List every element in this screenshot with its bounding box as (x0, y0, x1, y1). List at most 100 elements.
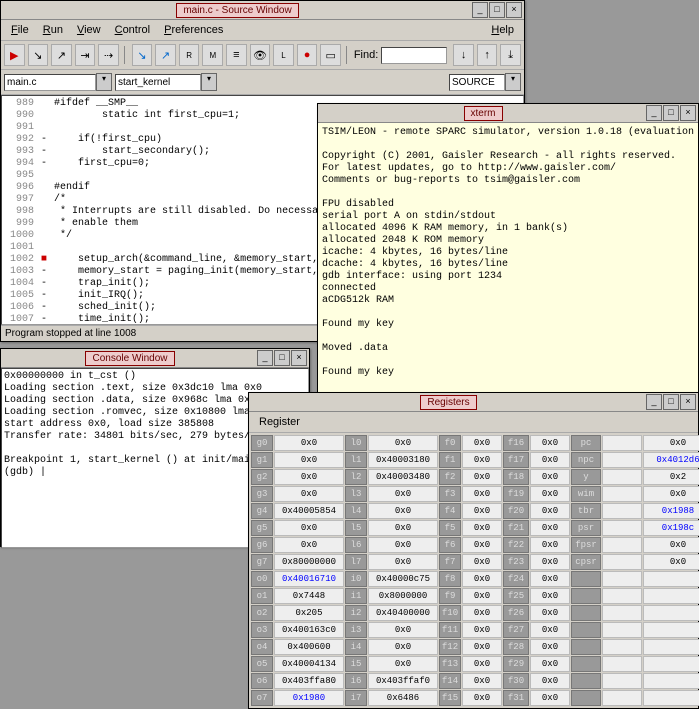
registers-table: g00x0l00x0f00x0f160x0pc0x0g10x0l10x40003… (249, 433, 698, 708)
reg-name (571, 622, 601, 638)
source-title: main.c - Source Window (176, 3, 298, 18)
reg-name: f16 (503, 435, 529, 451)
continue-icon[interactable]: ⇢ (98, 44, 119, 66)
reg-value: 0x0 (462, 435, 502, 451)
menu-control[interactable]: Control (109, 22, 156, 38)
reg-value: 0x0 (530, 605, 570, 621)
down-icon[interactable]: ↓ (453, 44, 474, 66)
menu-help[interactable]: Help (485, 22, 520, 38)
reg-value: 0x0 (368, 554, 438, 570)
reg-name: npc (571, 452, 601, 468)
reg-value: 0x0 (462, 622, 502, 638)
reg-value: 0x0 (530, 571, 570, 587)
close-icon[interactable]: × (680, 394, 696, 410)
file-combo[interactable]: main.c▾ (4, 73, 112, 91)
reg-name: 0x0 (643, 435, 699, 451)
console-titlebar[interactable]: Console Window _ □ × (1, 349, 309, 368)
maximize-icon[interactable]: □ (274, 350, 290, 366)
reg-value: 0x6486 (368, 690, 438, 706)
reg-value: 0x0 (462, 554, 502, 570)
reg-value: 0x40016710 (274, 571, 344, 587)
reg-value: 0x0 (462, 588, 502, 604)
menu-register[interactable]: Register (253, 414, 306, 430)
maximize-icon[interactable]: □ (489, 2, 505, 18)
stepi-icon[interactable]: ↘ (132, 44, 153, 66)
watch-icon[interactable]: 👁 (250, 44, 271, 66)
reg-name: o2 (251, 605, 273, 621)
registers-titlebar[interactable]: Registers _ □ × (249, 393, 698, 412)
minimize-icon[interactable]: _ (472, 2, 488, 18)
reg-value (602, 639, 642, 655)
next-icon[interactable]: ↗ (51, 44, 72, 66)
reg-name: o3 (251, 622, 273, 638)
reg-name: f19 (503, 486, 529, 502)
reg-name: i5 (345, 656, 367, 672)
reg-name: i4 (345, 639, 367, 655)
finish-icon[interactable]: ⇥ (75, 44, 96, 66)
menu-run[interactable]: Run (37, 22, 69, 38)
reg-value: 0x0 (530, 520, 570, 536)
reg-name (643, 656, 699, 672)
reg-name: l7 (345, 554, 367, 570)
reg-name: i2 (345, 605, 367, 621)
reg-name: f31 (503, 690, 529, 706)
maximize-icon[interactable]: □ (663, 394, 679, 410)
reg-name: g2 (251, 469, 273, 485)
reg-value: 0x0 (274, 469, 344, 485)
reg-name: 0x198c (643, 520, 699, 536)
minimize-icon[interactable]: _ (646, 394, 662, 410)
reg-value: 0x0 (462, 639, 502, 655)
reg-value: 0x0 (368, 537, 438, 553)
reg-value: 0x400600 (274, 639, 344, 655)
reg-name: psr (571, 520, 601, 536)
xterm-body[interactable]: TSIM/LEON - remote SPARC simulator, vers… (318, 123, 698, 394)
reg-name: o4 (251, 639, 273, 655)
reg-name: f13 (439, 656, 461, 672)
close-icon[interactable]: × (506, 2, 522, 18)
reg-value: 0x0 (462, 520, 502, 536)
reg-value: 0x40003480 (368, 469, 438, 485)
reg-name: f25 (503, 588, 529, 604)
bp-icon[interactable]: ● (297, 44, 318, 66)
menu-view[interactable]: View (71, 22, 107, 38)
minimize-icon[interactable]: _ (646, 105, 662, 121)
func-combo[interactable]: start_kernel▾ (115, 73, 217, 91)
xterm-window: xterm _ □ × TSIM/LEON - remote SPARC sim… (317, 103, 699, 392)
reg-icon[interactable]: R (179, 44, 200, 66)
reg-value: 0x40000c75 (368, 571, 438, 587)
reg-name: l5 (345, 520, 367, 536)
find-input[interactable] (381, 47, 447, 64)
minimize-icon[interactable]: _ (257, 350, 273, 366)
close-icon[interactable]: × (680, 105, 696, 121)
bottom-icon[interactable]: ⤓ (500, 44, 521, 66)
reg-value (602, 673, 642, 689)
source-titlebar[interactable]: main.c - Source Window _ □ × (1, 1, 524, 20)
reg-value: 0x0 (530, 452, 570, 468)
reg-name: 0x0 (643, 486, 699, 502)
maximize-icon[interactable]: □ (663, 105, 679, 121)
menu-preferences[interactable]: Preferences (158, 22, 229, 38)
mode-combo[interactable]: SOURCE▾ (449, 73, 521, 91)
run-icon[interactable]: ▶ (4, 44, 25, 66)
step-icon[interactable]: ↘ (28, 44, 49, 66)
up-icon[interactable]: ↑ (477, 44, 498, 66)
reg-name: f6 (439, 537, 461, 553)
mem-icon[interactable]: M (202, 44, 223, 66)
reg-name (643, 673, 699, 689)
reg-name: i3 (345, 622, 367, 638)
reg-name: g5 (251, 520, 273, 536)
stack-icon[interactable]: ≡ (226, 44, 247, 66)
xterm-titlebar[interactable]: xterm _ □ × (318, 104, 698, 123)
reg-value: 0x40003180 (368, 452, 438, 468)
menu-file[interactable]: File (5, 22, 35, 38)
reg-name: f7 (439, 554, 461, 570)
nexti-icon[interactable]: ↗ (155, 44, 176, 66)
reg-value (602, 435, 642, 451)
close-icon[interactable]: × (291, 350, 307, 366)
reg-value: 0x80000000 (274, 554, 344, 570)
reg-name: pc (571, 435, 601, 451)
locals-icon[interactable]: L (273, 44, 294, 66)
console-icon[interactable]: ▭ (320, 44, 341, 66)
reg-name (571, 639, 601, 655)
reg-name: l6 (345, 537, 367, 553)
